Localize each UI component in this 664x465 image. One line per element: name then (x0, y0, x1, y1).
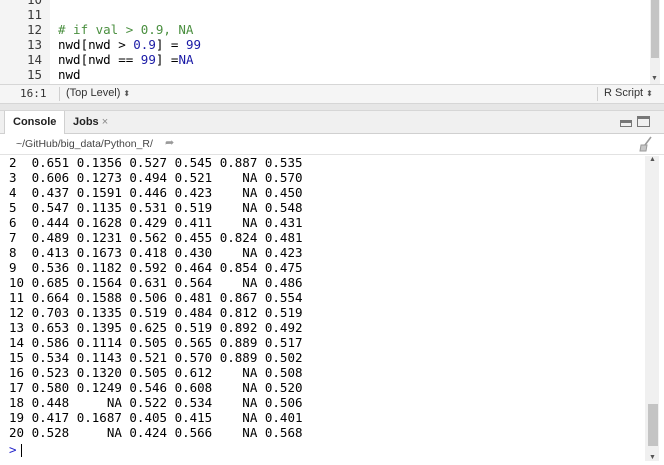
working-directory-bar: ~/GitHub/big_data/Python_R/ ➦ (0, 134, 664, 155)
console-output-line: 19 0.417 0.1687 0.405 0.415 NA 0.401 (9, 410, 303, 425)
scroll-up-arrow-icon[interactable]: ▲ (649, 156, 656, 163)
line-number: 13 (26, 37, 42, 52)
code-token: 99 (140, 52, 156, 67)
text-cursor (20, 444, 22, 457)
code-text: nwd[nwd > 0.9] = 99 (58, 37, 201, 52)
scroll-down-arrow-icon[interactable]: ▼ (651, 75, 658, 82)
console-output-line: 9 0.536 0.1182 0.592 0.464 0.854 0.475 (9, 260, 303, 275)
scroll-down-arrow-icon[interactable]: ▼ (649, 454, 656, 461)
code-token: ] = (155, 37, 186, 52)
console-output[interactable]: 2 0.651 0.1356 0.527 0.545 0.887 0.535 3 … (0, 156, 640, 465)
maximize-icon[interactable] (637, 116, 650, 127)
source-editor[interactable]: 101112 # if val > 0.9, NA 13 nwd[nwd > 0.9]… (0, 0, 664, 84)
file-type-selector[interactable]: R Script ⬍ (604, 87, 653, 99)
code-token: nwd (58, 67, 81, 82)
broom-icon[interactable] (637, 135, 655, 153)
minimize-icon[interactable] (620, 120, 632, 127)
console-output-line: 4 0.437 0.1591 0.446 0.423 NA 0.450 (9, 185, 303, 200)
console-output-line: 5 0.547 0.1135 0.531 0.519 NA 0.548 (9, 200, 303, 215)
line-number: 11 (26, 7, 42, 22)
console-output-line: 3 0.606 0.1273 0.494 0.521 NA 0.570 (9, 170, 303, 185)
console-output-line: 11 0.664 0.1588 0.506 0.481 0.867 0.554 (9, 290, 303, 305)
console-output-line: 2 0.651 0.1356 0.527 0.545 0.887 0.535 (9, 156, 303, 170)
scope-selector[interactable]: (Top Level) ⬍ (66, 87, 130, 99)
console-prompt[interactable]: > (9, 442, 22, 457)
line-number: 14 (26, 52, 42, 67)
code-token: # if val > 0.9, NA (58, 22, 194, 37)
console-output-line: 8 0.413 0.1673 0.418 0.430 NA 0.423 (9, 245, 303, 260)
tab-console-label: Console (13, 116, 57, 128)
code-token: 99 (185, 37, 202, 52)
arrow-link-icon[interactable]: ➦ (165, 136, 174, 149)
line-number: 15 (26, 67, 42, 82)
console-output-line: 15 0.534 0.1143 0.521 0.570 0.889 0.502 (9, 350, 303, 365)
code-token: nwd[nwd > (58, 37, 134, 52)
console-output-line: 12 0.703 0.1335 0.519 0.484 0.812 0.519 (9, 305, 303, 320)
code-token: NA (178, 52, 194, 67)
console-output-line: 6 0.444 0.1628 0.429 0.411 NA 0.431 (9, 215, 303, 230)
code-text: # if val > 0.9, NA (58, 22, 193, 37)
console-scrollbar[interactable]: ▲ ▼ (645, 156, 659, 461)
code-token: nwd[nwd == (58, 52, 141, 67)
console-output-line: 7 0.489 0.1231 0.562 0.455 0.824 0.481 (9, 230, 303, 245)
console-output-line: 20 0.528 NA 0.424 0.566 NA 0.568 (9, 425, 303, 440)
editor-status-bar: 16:1 (Top Level) ⬍ R Script ⬍ (0, 84, 664, 104)
divider (597, 87, 598, 101)
code-text: nwd (58, 67, 81, 82)
console-tab-bar: Console Jobs × (0, 111, 664, 134)
code-text: nwd[nwd == 99] =NA (58, 52, 194, 67)
line-number: 12 (26, 22, 42, 37)
console-scroll-thumb[interactable] (648, 404, 658, 446)
divider (59, 87, 60, 101)
editor-scrollbar[interactable]: ▼ (650, 0, 660, 84)
prompt-symbol: > (9, 442, 17, 457)
line-number: 10 (0, 0, 42, 7)
cursor-position: 16:1 (20, 87, 47, 100)
working-directory-path: ~/GitHub/big_data/Python_R/ (16, 138, 153, 150)
file-type-label: R Script (604, 87, 644, 99)
console-output-line: 16 0.523 0.1320 0.505 0.612 NA 0.508 (9, 365, 303, 380)
scope-label: (Top Level) (66, 87, 121, 99)
tab-jobs[interactable]: Jobs × (65, 111, 116, 133)
updown-chevron-icon: ⬍ (123, 89, 131, 98)
console-output-line: 13 0.653 0.1395 0.625 0.519 0.892 0.492 (9, 320, 303, 335)
console-output-line: 14 0.586 0.1114 0.505 0.565 0.889 0.517 (9, 335, 303, 350)
tab-jobs-label: Jobs (73, 116, 99, 128)
code-token: 0.9 (133, 37, 156, 52)
console-output-line: 17 0.580 0.1249 0.546 0.608 NA 0.520 (9, 380, 303, 395)
editor-scroll-thumb[interactable] (651, 0, 659, 58)
updown-chevron-icon: ⬍ (646, 89, 653, 98)
close-icon[interactable]: × (102, 116, 108, 128)
tab-console[interactable]: Console (4, 111, 66, 134)
console-output-line: 10 0.685 0.1564 0.631 0.564 NA 0.486 (9, 275, 303, 290)
code-token: ] = (155, 52, 179, 67)
console-pane: Console Jobs × ~/GitHub/big_data/Python_R… (0, 110, 664, 465)
console-output-line: 18 0.448 NA 0.522 0.534 NA 0.506 (9, 395, 303, 410)
